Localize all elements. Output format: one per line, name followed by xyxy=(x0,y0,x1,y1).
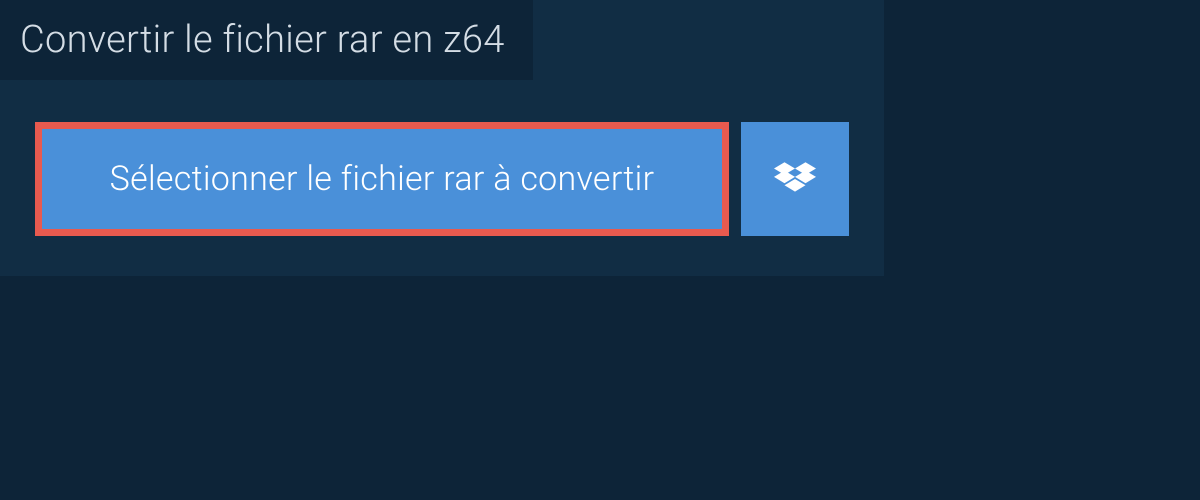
upload-section: Sélectionner le fichier rar à convertir xyxy=(0,80,884,276)
converter-panel: Convertir le fichier rar en z64 Sélectio… xyxy=(0,0,884,276)
page-title: Convertir le fichier rar en z64 xyxy=(20,18,505,62)
select-file-label: Sélectionner le fichier rar à convertir xyxy=(110,159,655,199)
title-bar: Convertir le fichier rar en z64 xyxy=(0,0,533,80)
dropbox-button[interactable] xyxy=(741,122,849,236)
select-file-button[interactable]: Sélectionner le fichier rar à convertir xyxy=(35,122,729,236)
button-row: Sélectionner le fichier rar à convertir xyxy=(35,122,849,236)
dropbox-icon xyxy=(774,158,816,200)
